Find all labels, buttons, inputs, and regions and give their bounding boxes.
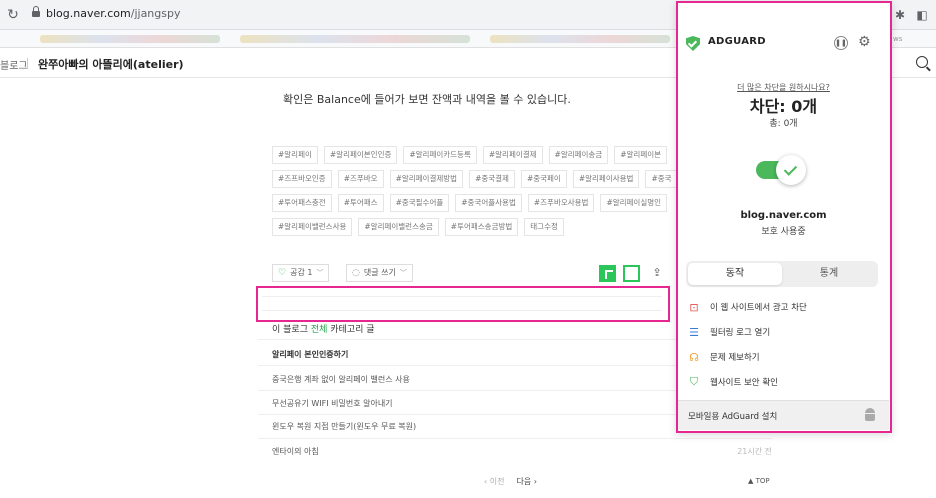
heart-icon: ♡ xyxy=(278,268,287,278)
adguard-popup: ADGUARD ❚❚ ⚙ 더 많은 차단을 원하시나요? 차단: 0개 총: 0… xyxy=(676,1,892,433)
menu-label: 필터링 로그 열기 xyxy=(710,328,771,338)
sidepanel-icon[interactable]: ◧ xyxy=(914,7,930,23)
tag-chip[interactable]: #알리페이본 xyxy=(614,146,668,164)
tag-chip[interactable]: #투어패스충전 xyxy=(272,194,332,212)
protection-toggle[interactable] xyxy=(756,155,810,185)
tag-chip[interactable]: #알리페이밸런스사용 xyxy=(272,218,353,236)
block-ad-icon: ⊡ xyxy=(689,300,699,314)
tag-chip[interactable]: #중국페이 xyxy=(520,170,567,188)
menu-security-check[interactable]: ⛉ 웹사이트 보안 확인 xyxy=(688,374,878,390)
related-item[interactable]: 중국은행 계좌 없이 알리페이 밸런스 사용 xyxy=(272,374,410,385)
tag-chip[interactable]: #알리페이본인인증 xyxy=(323,146,398,164)
tag-chip[interactable]: #알리페이카드등록 xyxy=(403,146,477,164)
related-item[interactable]: 윈도우 복원 지점 만들기(윈도우 무료 복원) xyxy=(272,421,416,432)
like-label: 공감 1 xyxy=(290,268,313,277)
menu-filter-log[interactable]: ☰ 필터링 로그 열기 xyxy=(688,324,878,340)
pager: ‹ 이전 다음 › xyxy=(484,476,537,487)
site-domain: blog.naver.com xyxy=(740,210,827,221)
more-blocking-link[interactable]: 더 많은 차단을 원하시나요? xyxy=(678,82,889,93)
tag-chip[interactable]: #중국어플사용법 xyxy=(455,194,522,212)
gear-icon[interactable]: ⚙ xyxy=(858,34,871,50)
tag-chip[interactable]: #중국 xyxy=(645,170,678,188)
like-button[interactable]: ♡ 공감 1 ﹀ xyxy=(272,264,330,282)
tag-list: #알리페이 #알리페이본인인증 #알리페이카드등록 #알리페이결제 #알리페이송금 #알리… xyxy=(272,146,682,236)
tag-chip[interactable]: #즈푸바오 xyxy=(337,170,384,188)
related-heading[interactable]: 이 블로그 전체 카테고리 글 xyxy=(272,322,375,335)
adguard-marker-square-icon[interactable] xyxy=(623,265,640,282)
menu-label: 문제 제보하기 xyxy=(710,353,760,363)
report-icon: ☊ xyxy=(689,350,699,364)
tab-actions[interactable]: 동작 xyxy=(688,263,782,285)
blog-title[interactable]: 완쭈아빠의 아뜰리에(atelier) xyxy=(38,56,184,72)
blocked-count: 차단: 0개 xyxy=(749,97,818,116)
comment-icon: ◌ xyxy=(352,268,360,278)
android-icon[interactable] xyxy=(864,408,876,422)
menu-label: 이 웹 사이트에서 광고 차단 xyxy=(710,303,807,313)
related-item[interactable]: 무선공유기 WIFI 비밀번호 알아내기 xyxy=(272,398,393,409)
header-divider xyxy=(27,58,28,69)
tag-chip[interactable]: #알리페이결제방법 xyxy=(389,170,464,188)
tag-chip[interactable]: #알리페이밸런스송금 xyxy=(358,218,439,236)
post-text: 확인은 Balance에 들어가 보면 잔액과 내역을 볼 수 있습니다. xyxy=(283,93,571,106)
tag-chip[interactable]: #알리페이결제 xyxy=(482,146,543,164)
puzzle-icon[interactable]: ✱ xyxy=(892,7,908,23)
share-post-icon[interactable]: ⇪ xyxy=(650,266,664,280)
post-action-row: ♡ 공감 1 ﹀ ◌ 댓글 쓰기 ﹀ ⇪ xyxy=(272,264,672,282)
address-bar[interactable]: blog.naver.com/jjangspy xyxy=(46,7,181,20)
tab-stats[interactable]: 통계 xyxy=(782,263,876,285)
tag-chip[interactable]: #알리페이실명인 xyxy=(600,194,668,212)
related-item[interactable]: 알리페이 본인인증하기 xyxy=(272,349,348,360)
blocked-ad-highlight xyxy=(256,286,670,322)
tag-chip[interactable]: #알리페이송금 xyxy=(548,146,609,164)
reload-icon[interactable]: ↻ xyxy=(4,6,22,24)
bookmark-blur xyxy=(240,35,470,43)
tag-chip[interactable]: #알리페이사용법 xyxy=(572,170,640,188)
chevron-down-icon: ﹀ xyxy=(399,269,407,277)
mobile-install-footer[interactable]: 모바일용 AdGuard 설치 xyxy=(678,400,889,430)
adguard-marker-arrow-icon[interactable] xyxy=(599,265,616,282)
bookmark-blur xyxy=(490,35,670,43)
adguard-brand: ADGUARD xyxy=(708,36,766,47)
related-item-time: 21시간 전 xyxy=(737,447,772,456)
tag-chip[interactable]: #중국필수어플 xyxy=(389,194,450,212)
lock-icon[interactable] xyxy=(32,6,40,18)
tag-chip[interactable]: #즈프바오인증 xyxy=(272,170,332,188)
mobile-install-label: 모바일용 AdGuard 설치 xyxy=(688,412,778,422)
shield-check-icon: ⛉ xyxy=(689,375,699,388)
menu-block-ads[interactable]: ⊡ 이 웹 사이트에서 광고 차단 xyxy=(688,299,878,315)
total-count: 총: 0개 xyxy=(769,119,798,129)
comment-button[interactable]: ◌ 댓글 쓰기 ﹀ xyxy=(346,264,413,282)
top-link[interactable]: ▲ TOP xyxy=(748,477,770,485)
menu-label: 웹사이트 보안 확인 xyxy=(710,378,778,388)
menu-report[interactable]: ☊ 문제 제보하기 xyxy=(688,349,878,365)
bookmark-blur xyxy=(40,35,220,43)
bookmark-peek-text: ws xyxy=(893,35,903,43)
blog-nav-label[interactable]: 블로그 xyxy=(0,57,28,72)
list-icon: ☰ xyxy=(689,325,699,339)
check-icon xyxy=(776,155,806,185)
edit-tags-button[interactable]: 태그수정 xyxy=(524,218,564,236)
adguard-logo-icon xyxy=(686,36,700,51)
protection-status: 보호 사용중 xyxy=(761,227,806,237)
divider xyxy=(258,438,772,439)
adguard-header: ADGUARD ❚❚ ⚙ xyxy=(686,34,876,53)
tag-chip[interactable]: #알리페이 xyxy=(272,146,318,164)
next-link[interactable]: 다음 › xyxy=(516,476,536,487)
tag-chip[interactable]: #중국결제 xyxy=(469,170,515,188)
tag-chip[interactable]: #투어패스 xyxy=(337,194,384,212)
search-icon[interactable] xyxy=(916,56,928,68)
pause-icon[interactable]: ❚❚ xyxy=(834,36,848,50)
comment-label: 댓글 쓰기 xyxy=(363,268,396,277)
prev-link[interactable]: ‹ 이전 xyxy=(484,476,504,487)
tag-chip[interactable]: #투어패스송금방법 xyxy=(444,218,519,236)
related-item[interactable]: 엔타이의 아침 xyxy=(272,446,319,457)
chevron-down-icon: ﹀ xyxy=(316,269,324,277)
adguard-tabs: 동작 통계 xyxy=(686,261,878,287)
tag-chip[interactable]: #즈푸바오사용법 xyxy=(527,194,595,212)
